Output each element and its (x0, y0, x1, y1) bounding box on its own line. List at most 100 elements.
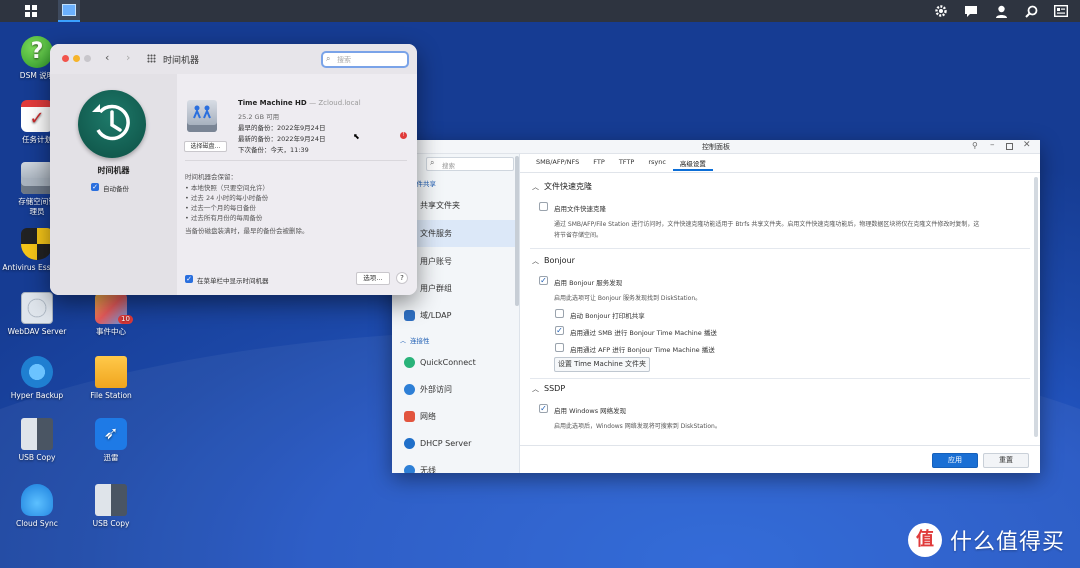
sidebar-item-label: 共享文件夹 (420, 201, 460, 210)
tab-smb-afp-nfs[interactable]: SMB/AFP/NFS (529, 156, 586, 171)
section-fast-clone[interactable]: ︿ 文件快速克隆 (532, 181, 592, 192)
desktop-icon-thunder[interactable]: ➶ 迅雷 (74, 418, 148, 463)
tasks-gear-icon[interactable] (930, 0, 952, 22)
time-machine-sidebar: 时间机器 ✓ 自动备份 (50, 74, 177, 295)
search-icon[interactable] (1020, 0, 1042, 22)
menubar-checkbox[interactable]: ✓ (185, 275, 193, 283)
sidebar-item-label: 网络 (420, 412, 436, 421)
time-machine-window: ‹ › 时间机器 ⌕ 搜索 时间机器 ✓ 自动备份 Time Machine H… (50, 44, 417, 295)
grid-icon[interactable] (147, 54, 156, 63)
bonjour-printer-checkbox[interactable] (555, 309, 564, 318)
hyper-backup-icon (21, 356, 53, 388)
notification-badge: 10 (118, 315, 133, 324)
sidebar-item-dhcp-server[interactable]: DHCP Server (392, 430, 516, 457)
sidebar-item-quickconnect[interactable]: QuickConnect (392, 349, 516, 376)
time-machine-main: Time Machine HD — Zcloud.local 25.2 GB 可… (177, 74, 417, 295)
taskbar-control-panel-button[interactable] (58, 0, 80, 22)
cloud-sync-icon (21, 484, 53, 516)
chevron-up-icon: ︿ (532, 257, 539, 265)
tab-tftp[interactable]: TFTP (612, 156, 642, 171)
fast-clone-label: 启用文件快速克隆 (554, 205, 606, 213)
search-icon: ⌕ (430, 158, 435, 167)
desktop-icon-label: File Station (90, 391, 132, 400)
desktop-icon-label: Hyper Backup (10, 391, 64, 400)
sidebar-scrollbar[interactable] (515, 156, 519, 306)
close-button[interactable] (62, 55, 69, 62)
divider (530, 248, 1030, 249)
select-disk-button[interactable]: 选择磁盘… (184, 141, 227, 152)
time-machine-titlebar[interactable]: ‹ › 时间机器 ⌕ 搜索 (50, 44, 417, 74)
webdav-globe-icon (21, 292, 53, 324)
dsm-taskbar (0, 0, 1080, 22)
folder-icon (95, 356, 127, 388)
forward-chevron-icon[interactable]: › (126, 51, 130, 64)
zoom-button[interactable] (84, 55, 91, 62)
desktop-icon-webdav[interactable]: WebDAV Server (0, 292, 74, 337)
earliest-backup: 最早的备份：2022年9月24日 (238, 124, 326, 132)
user-icon[interactable] (990, 0, 1012, 22)
fast-clone-checkbox[interactable] (539, 202, 548, 211)
ssdp-checkbox[interactable]: ✓ (539, 404, 548, 413)
main-menu-icon[interactable] (20, 0, 42, 22)
help-button[interactable]: ? (396, 272, 408, 284)
options-button[interactable]: 选项… (356, 272, 390, 285)
desktop-icon-label: USB Copy (92, 519, 130, 528)
sidebar-item-network[interactable]: 网络 (392, 403, 516, 430)
set-time-machine-folder-button[interactable]: 设置 Time Machine 文件夹 (554, 357, 650, 372)
desktop-icon-hyper-backup[interactable]: Hyper Backup (0, 356, 74, 401)
desktop-icon-file-station[interactable]: File Station (74, 356, 148, 401)
menubar-option-label: 在菜单栏中显示时间机器 (197, 277, 269, 285)
auto-backup-label: 自动备份 (103, 185, 129, 193)
sidebar-item-domain-ldap[interactable]: 域/LDAP (392, 302, 516, 329)
disk-available: 25.2 GB 可用 (238, 113, 280, 121)
desktop-icon-log-center[interactable]: 10 事件中心 (74, 292, 148, 337)
domain-ldap-icon (404, 310, 415, 321)
window-title: 时间机器 (163, 56, 200, 66)
tab-ftp[interactable]: FTP (586, 156, 612, 171)
bonjour-smb-checkbox[interactable]: ✓ (555, 326, 564, 335)
fast-clone-description: 通过 SMB/AFP/File Station 进行访问时，文件快速克隆功能适用… (554, 221, 980, 228)
pin-icon[interactable]: ⚲ (972, 141, 978, 150)
desktop-icon-cloud-sync[interactable]: Cloud Sync (0, 484, 74, 529)
divider (185, 160, 407, 161)
sidebar-item-label: 用户群组 (420, 284, 452, 293)
bonjour-label: 启用 Bonjour 服务发现 (554, 279, 623, 287)
close-icon[interactable]: ✕ (1023, 140, 1031, 150)
minimize-icon[interactable]: – (990, 140, 995, 150)
desktop-icon-usb-copy[interactable]: USB Copy (0, 418, 74, 463)
chevron-up-icon: ︿ (532, 183, 539, 191)
tab-bar: SMB/AFP/NFS FTP TFTP rsync 高级设置 (529, 156, 713, 171)
bonjour-afp-checkbox[interactable] (555, 343, 564, 352)
control-panel-footer: 应用 重置 (520, 445, 1040, 473)
search-field[interactable]: ⌕ 搜索 (321, 51, 409, 68)
sidebar-item-external-access[interactable]: 外部访问 (392, 376, 516, 403)
tab-rsync[interactable]: rsync (641, 156, 673, 171)
content-scrollbar[interactable] (1034, 177, 1038, 437)
desktop-icon-label: WebDAV Server (7, 327, 67, 336)
apply-button[interactable]: 应用 (932, 453, 978, 468)
ssdp-label: 启用 Windows 网络发现 (554, 407, 627, 415)
quickconnect-icon (404, 357, 415, 368)
desktop-icon-usb-copy-2[interactable]: USB Copy (74, 484, 148, 529)
latest-backup: 最新的备份：2022年9月24日 (238, 135, 326, 143)
sidebar-item-wireless[interactable]: 无线 (392, 457, 516, 473)
control-panel-titlebar[interactable]: 控制面板 ⚲ – ✕ (392, 140, 1040, 154)
minimize-button[interactable] (73, 55, 80, 62)
sidebar-search[interactable]: ⌕ 搜索 (426, 157, 514, 171)
bonjour-checkbox[interactable]: ✓ (539, 276, 548, 285)
desktop-icon-label: 事件中心 (96, 327, 126, 336)
reset-button[interactable]: 重置 (983, 453, 1029, 468)
disk-name: Time Machine HD — Zcloud.local (238, 99, 361, 107)
chat-icon[interactable] (960, 0, 982, 22)
maximize-icon[interactable] (1006, 143, 1013, 150)
bonjour-smb-label: 启用通过 SMB 进行 Bonjour Time Machine 播送 (570, 329, 717, 337)
tab-advanced[interactable]: 高级设置 (672, 156, 713, 171)
keeps-item: • 过去 24 小时的每小时备份 (185, 194, 269, 202)
section-bonjour[interactable]: ︿ Bonjour (532, 256, 575, 266)
sidebar-item-label: 无线 (420, 466, 436, 473)
section-ssdp[interactable]: ︿ SSDP (532, 384, 565, 394)
auto-backup-checkbox[interactable]: ✓ (91, 183, 99, 191)
thunder-bird-icon: ➶ (95, 418, 127, 450)
widgets-icon[interactable] (1050, 0, 1072, 22)
back-chevron-icon[interactable]: ‹ (105, 51, 109, 64)
